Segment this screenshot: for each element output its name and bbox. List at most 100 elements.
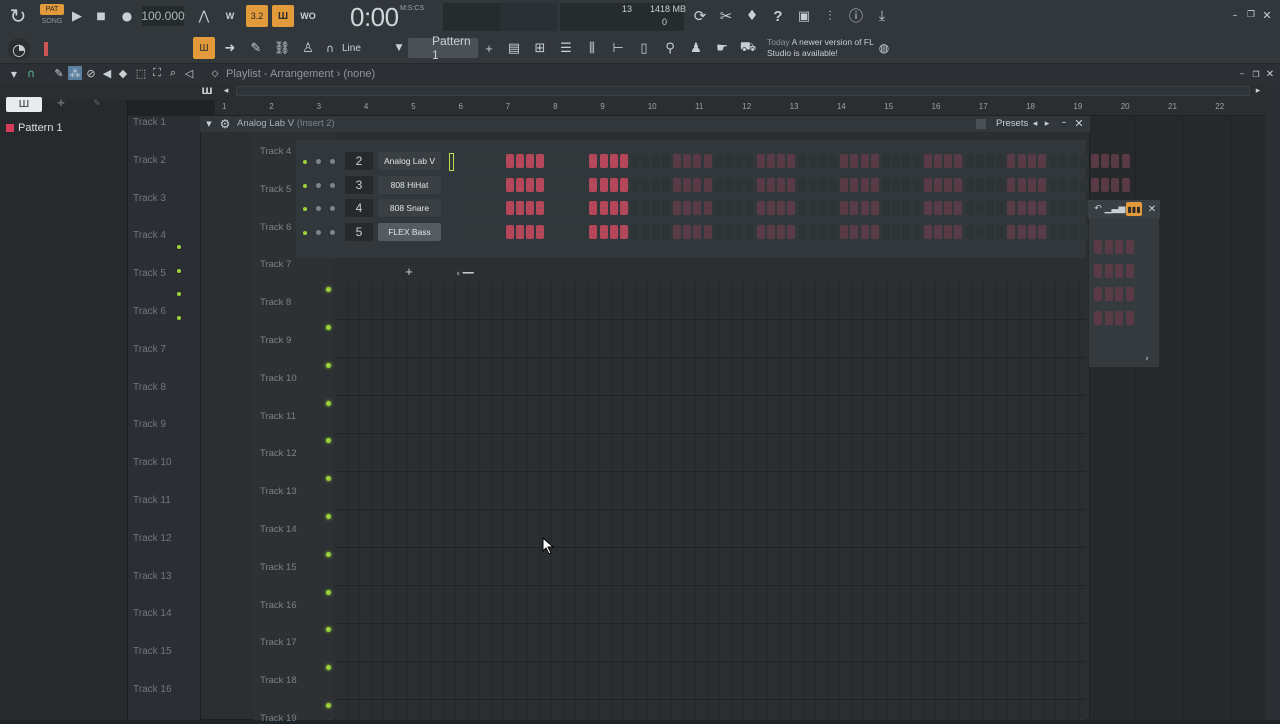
step-button[interactable]: [912, 154, 921, 168]
channel-volume-knob[interactable]: [330, 230, 335, 235]
side-steps-icon[interactable]: ▮▮▮: [1126, 202, 1142, 216]
step-button[interactable]: [902, 154, 911, 168]
arrangement-track-label[interactable]: Track 7: [133, 344, 166, 355]
playlist-pencil-icon[interactable]: ✎: [52, 66, 66, 80]
step-button[interactable]: [505, 201, 514, 215]
playlist-zoom-icon[interactable]: ⛶: [150, 66, 164, 80]
track-led[interactable]: [177, 245, 181, 249]
channel-pan-knob[interactable]: [316, 206, 321, 211]
step-button[interactable]: [996, 154, 1005, 168]
step-button[interactable]: [641, 178, 650, 192]
browser-pattern-item[interactable]: Pattern 1: [6, 122, 63, 134]
arrangement-track-label[interactable]: Track 4: [133, 230, 166, 241]
loop-record-icon[interactable]: WO: [298, 8, 318, 24]
step-button[interactable]: [808, 178, 817, 192]
step-button[interactable]: [526, 178, 535, 192]
side-step-button[interactable]: [1125, 263, 1134, 278]
channel-rack-minimize-icon[interactable]: –: [1058, 116, 1070, 128]
tempo-display[interactable]: 100.000: [141, 6, 185, 26]
step-button[interactable]: [1059, 154, 1068, 168]
step-button[interactable]: [1017, 225, 1026, 239]
arrangement-track-label[interactable]: Track 11: [133, 495, 171, 506]
arrangement-track-label[interactable]: Track 5: [133, 268, 166, 279]
step-button[interactable]: [735, 225, 744, 239]
step-button[interactable]: [484, 201, 493, 215]
side-step-button[interactable]: [1104, 310, 1113, 325]
step-button[interactable]: [651, 225, 660, 239]
step-button[interactable]: [808, 154, 817, 168]
channel-mixer-track-number[interactable]: 3: [345, 176, 373, 194]
playlist-brush-icon[interactable]: ⁂: [68, 66, 82, 80]
plugin-icon[interactable]: ⚲: [660, 38, 680, 58]
countdown-icon[interactable]: 3.2: [246, 5, 268, 27]
step-button[interactable]: [818, 225, 827, 239]
step-button[interactable]: [934, 201, 942, 215]
step-button[interactable]: [505, 225, 514, 239]
step-button[interactable]: [578, 178, 587, 192]
step-button[interactable]: [1079, 154, 1088, 168]
step-button[interactable]: [798, 178, 807, 192]
step-sequencer-icon[interactable]: ☰: [556, 38, 576, 58]
side-step-button[interactable]: [1115, 287, 1123, 301]
step-button[interactable]: [934, 154, 942, 168]
step-button[interactable]: [912, 225, 921, 239]
channel-rack-track-label[interactable]: Track 10: [260, 373, 297, 384]
step-button[interactable]: [870, 154, 879, 168]
step-button[interactable]: [557, 225, 566, 239]
step-button[interactable]: [578, 154, 587, 168]
master-pitch-marker[interactable]: [44, 42, 48, 56]
save-icon[interactable]: ▣: [794, 6, 814, 26]
step-button[interactable]: [714, 225, 723, 239]
cut-icon[interactable]: ✂: [716, 6, 736, 26]
side-step-button[interactable]: [1094, 287, 1102, 301]
step-button[interactable]: [965, 154, 974, 168]
vertical-scrollbar[interactable]: [1265, 84, 1280, 720]
step-button[interactable]: [620, 225, 628, 239]
playlist-piano-icon[interactable]: Ш: [200, 86, 214, 98]
step-button[interactable]: [934, 178, 942, 192]
track-activity-led[interactable]: [326, 703, 331, 708]
step-button[interactable]: [1027, 225, 1036, 239]
step-button[interactable]: [1069, 154, 1078, 168]
step-button[interactable]: [1069, 178, 1078, 192]
side-step-button[interactable]: [1104, 263, 1113, 278]
step-button[interactable]: [829, 201, 837, 215]
arrangement-track-label[interactable]: Track 9: [133, 419, 166, 430]
preset-prev-icon[interactable]: ◂: [1030, 118, 1040, 130]
step-button[interactable]: [703, 178, 712, 192]
step-button[interactable]: [673, 201, 681, 215]
side-step-button[interactable]: [1115, 240, 1123, 254]
channel-pan-knob[interactable]: [316, 230, 321, 235]
add-channel-icon[interactable]: +: [402, 264, 416, 279]
step-button[interactable]: [631, 201, 640, 215]
step-button[interactable]: [923, 178, 932, 192]
step-button[interactable]: [683, 201, 692, 215]
step-button[interactable]: [1121, 154, 1130, 168]
step-button[interactable]: [568, 154, 576, 168]
channel-rack-track-label[interactable]: Track 16: [260, 600, 297, 611]
channel-rack-track-label[interactable]: Track 15: [260, 562, 297, 573]
browser-snap-icon[interactable]: ∩: [24, 66, 38, 80]
globe-icon[interactable]: ◍: [876, 40, 892, 56]
wait-input-icon[interactable]: W: [220, 8, 240, 24]
step-button[interactable]: [609, 225, 618, 239]
channel-volume-knob[interactable]: [330, 183, 335, 188]
browser-menu-icon[interactable]: ▼: [8, 68, 20, 80]
step-button[interactable]: [526, 225, 535, 239]
step-button[interactable]: [1049, 201, 1058, 215]
step-button[interactable]: [578, 201, 587, 215]
channel-rack-track-label[interactable]: Track 14: [260, 524, 297, 535]
step-button[interactable]: [547, 225, 556, 239]
undo-history-icon[interactable]: ⟳: [690, 6, 710, 26]
arrangement-track-label[interactable]: Track 14: [133, 608, 172, 619]
step-button[interactable]: [1111, 154, 1120, 168]
step-button[interactable]: [850, 178, 859, 192]
step-edit-icon[interactable]: Ш: [272, 5, 294, 27]
step-button[interactable]: [683, 225, 692, 239]
download-icon[interactable]: ⤓: [872, 6, 892, 26]
step-button[interactable]: [892, 154, 901, 168]
side-step-button[interactable]: [1094, 310, 1102, 325]
side-scroll-icon[interactable]: ›: [1142, 354, 1152, 364]
step-button[interactable]: [745, 178, 754, 192]
playlist-title[interactable]: Playlist - Arrangement › (none): [226, 68, 375, 80]
